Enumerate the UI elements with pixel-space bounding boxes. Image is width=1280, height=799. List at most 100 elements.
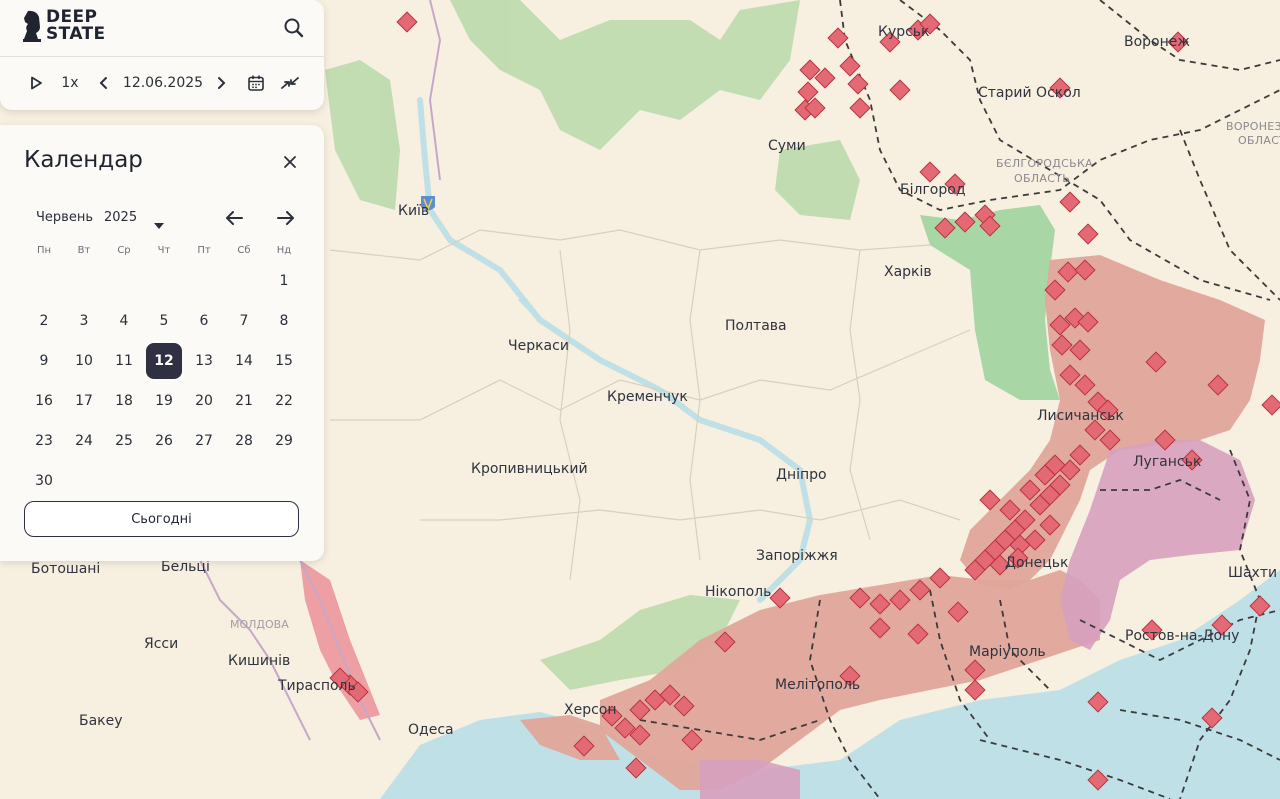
city-kursk: Курськ — [878, 24, 930, 40]
chevron-right-icon — [218, 77, 226, 89]
city-melitopol: Мелітополь — [775, 677, 860, 693]
timeline-controls: 1x 12.06.2025 — [0, 58, 324, 108]
region-belgorod-line2: ОБЛАСТЬ — [1014, 172, 1070, 185]
prev-month-button[interactable] — [222, 205, 248, 231]
prev-date-button[interactable] — [92, 58, 116, 108]
city-kharkiv: Харків — [884, 264, 932, 280]
knight-chess-icon — [23, 10, 41, 42]
city-cherkasy: Черкаси — [508, 338, 569, 354]
city-kherson: Херсон — [564, 702, 617, 718]
calendar-day[interactable]: 7 — [226, 303, 262, 339]
calendar-icon — [248, 75, 264, 91]
weekday-label: Пт — [197, 245, 211, 256]
calendar-day[interactable]: 1 — [266, 263, 302, 299]
country-moldova: МОЛДОВА — [230, 618, 289, 631]
play-button[interactable] — [22, 58, 50, 108]
weekday-label: Чт — [157, 245, 171, 256]
city-voronezh: Воронеж — [1124, 34, 1190, 50]
region-belgorod-line1: БЄЛГОРОДСЬКА — [996, 157, 1093, 170]
calendar-title: Календар — [24, 147, 143, 173]
calendar-day[interactable]: 20 — [186, 383, 222, 419]
calendar-day[interactable]: 9 — [26, 343, 62, 379]
calendar-day[interactable]: 16 — [26, 383, 62, 419]
weekday-label: Сб — [237, 245, 251, 256]
year-select[interactable]: 2025 — [104, 210, 137, 225]
city-botoshani: Ботошані — [31, 561, 100, 577]
calendar-day[interactable]: 23 — [26, 423, 62, 459]
collapse-arrows-icon — [281, 77, 299, 89]
play-icon — [31, 76, 42, 90]
calendar-day[interactable]: 10 — [66, 343, 102, 379]
region-voronezh-line2: ОБЛАСТЬ — [1238, 134, 1280, 147]
calendar-day[interactable]: 2 — [26, 303, 62, 339]
close-icon — [284, 156, 296, 168]
city-dnipro: Дніпро — [776, 467, 827, 483]
calendar-day[interactable]: 24 — [66, 423, 102, 459]
top-toolbar: DEEP STATE 1x 12.06.2025 — [0, 0, 324, 110]
city-luhansk: Луганськ — [1133, 454, 1201, 470]
calendar-day[interactable]: 6 — [186, 303, 222, 339]
calendar-day[interactable]: 13 — [186, 343, 222, 379]
calendar-day[interactable]: 19 — [146, 383, 182, 419]
city-bilgorod: Білгород — [900, 182, 966, 198]
calendar-day[interactable]: 25 — [106, 423, 142, 459]
chevron-left-icon — [99, 77, 107, 89]
close-calendar-button[interactable] — [278, 150, 302, 174]
logo-line2: STATE — [46, 24, 106, 44]
next-date-button[interactable] — [209, 58, 233, 108]
calendar-day[interactable]: 14 — [226, 343, 262, 379]
calendar-day[interactable]: 3 — [66, 303, 102, 339]
compare-button[interactable] — [276, 58, 304, 108]
calendar-day[interactable]: 27 — [186, 423, 222, 459]
current-date[interactable]: 12.06.2025 — [122, 58, 204, 108]
city-beltsy: Бельці — [161, 559, 210, 575]
city-kyiv: Київ — [398, 203, 429, 219]
city-nikopol: Нікополь — [705, 584, 771, 600]
calendar-day[interactable]: 22 — [266, 383, 302, 419]
weekday-label: Пн — [36, 245, 52, 256]
calendar-day[interactable]: 17 — [66, 383, 102, 419]
today-button[interactable]: Сьогодні — [24, 501, 299, 537]
calendar-day[interactable]: 28 — [226, 423, 262, 459]
city-kropyvnytskyi: Кропивницький — [471, 461, 588, 477]
calendar-day[interactable]: 21 — [226, 383, 262, 419]
city-yassy: Ясси — [144, 636, 178, 652]
caret-down-icon[interactable] — [154, 215, 164, 229]
calendar-day[interactable]: 29 — [266, 423, 302, 459]
calendar-panel: Календар Червень 2025 Пн Вт Ср Чт Пт Сб Нд 123… — [0, 125, 324, 561]
calendar-day[interactable]: 11 — [106, 343, 142, 379]
month-label[interactable]: Червень — [36, 210, 93, 225]
deepstate-logo[interactable]: DEEP STATE — [22, 9, 106, 43]
city-kremenchuk: Кременчук — [607, 389, 688, 405]
calendar-day[interactable]: 26 — [146, 423, 182, 459]
city-poltava: Полтава — [725, 318, 787, 334]
weekday-label: Вт — [77, 245, 91, 256]
city-lysychansk: Лисичанськ — [1037, 408, 1124, 424]
toolbar-divider — [0, 56, 324, 57]
city-sumy: Суми — [768, 138, 806, 154]
calendar-day[interactable]: 18 — [106, 383, 142, 419]
calendar-day[interactable]: 15 — [266, 343, 302, 379]
calendar-day[interactable]: 5 — [146, 303, 182, 339]
city-donetsk: Донецьк — [1005, 555, 1069, 571]
city-tiraspol: Тирасполь — [277, 678, 356, 694]
calendar-day-selected[interactable]: 12 — [146, 343, 182, 379]
city-zaporizhzhia: Запоріжжя — [756, 548, 838, 564]
speed-button[interactable]: 1x — [56, 58, 84, 108]
arrow-left-icon — [226, 211, 243, 225]
city-odesa: Одеса — [408, 722, 454, 738]
city-rostov: Ростов-на-Дону — [1125, 628, 1239, 644]
city-chisinau: Кишинів — [228, 653, 290, 669]
city-staryi-oskol: Старий Оскол — [978, 85, 1081, 101]
arrow-right-icon — [277, 211, 294, 225]
calendar-day[interactable]: 8 — [266, 303, 302, 339]
next-month-button[interactable] — [272, 205, 298, 231]
search-icon — [284, 18, 304, 38]
search-button[interactable] — [280, 14, 308, 42]
city-mariupol: Маріуполь — [969, 644, 1046, 660]
city-bakeu: Бакеу — [79, 713, 123, 729]
calendar-button[interactable] — [242, 58, 270, 108]
city-shakhty: Шахти — [1228, 565, 1277, 581]
calendar-day[interactable]: 30 — [26, 463, 62, 499]
calendar-day[interactable]: 4 — [106, 303, 142, 339]
